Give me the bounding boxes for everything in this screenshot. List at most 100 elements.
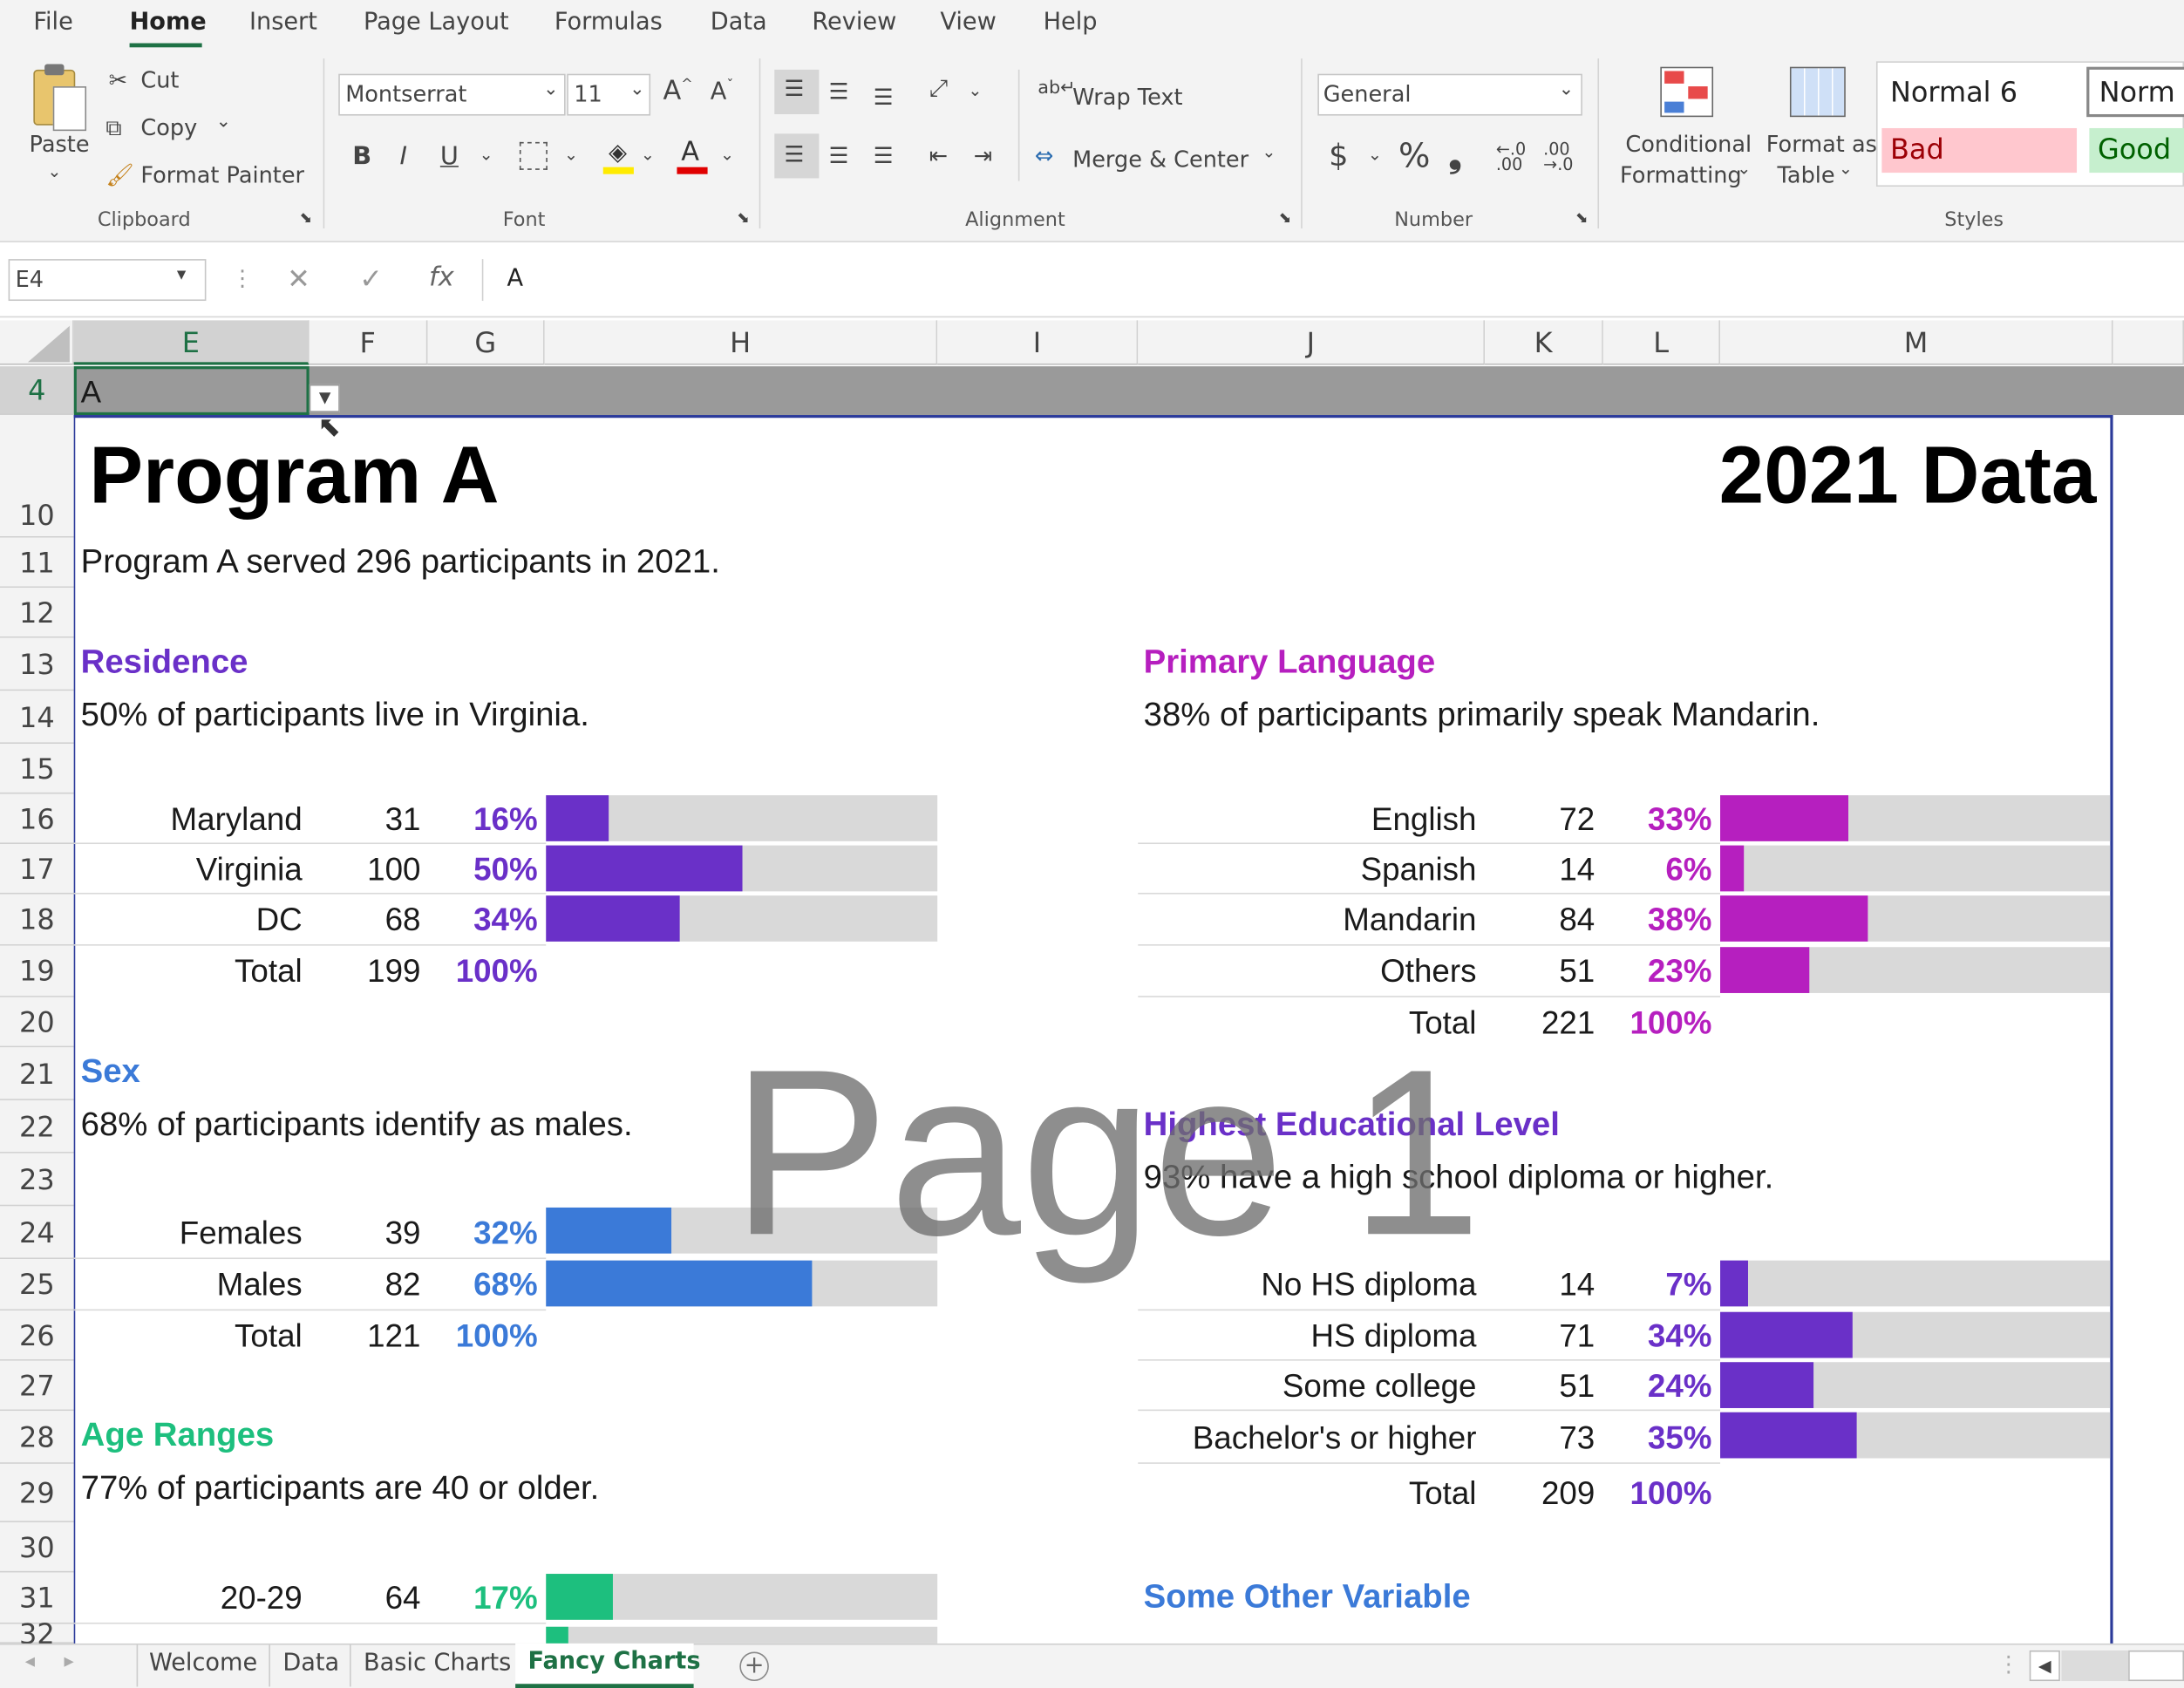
row-header-4[interactable]: 4 <box>0 366 74 416</box>
menu-insert[interactable]: Insert <box>249 9 317 37</box>
conditional-formatting-button[interactable]: Conditional <box>1625 131 1752 157</box>
insert-function-icon[interactable]: fx <box>429 262 454 292</box>
row-header-21[interactable]: 21 <box>0 1047 74 1100</box>
increase-decimal-icon[interactable]: ←.0.00 <box>1496 140 1526 173</box>
fill-chevron-icon[interactable]: ⌄ <box>641 145 655 164</box>
format-as-table-label[interactable]: Table <box>1778 161 1835 187</box>
column-header-n[interactable] <box>2113 320 2184 365</box>
menu-formulas[interactable]: Formulas <box>555 9 663 37</box>
style-bad[interactable]: Bad <box>1881 127 2078 174</box>
comma-style-button[interactable]: ❟ <box>1449 137 1462 176</box>
menu-home[interactable]: Home <box>130 9 207 37</box>
align-left-button[interactable]: ☰ <box>774 133 820 179</box>
orientation-chevron-icon[interactable]: ⌄ <box>968 81 982 100</box>
underline-chevron-icon[interactable]: ⌄ <box>480 145 493 164</box>
menu-review[interactable]: Review <box>812 9 896 37</box>
add-sheet-icon[interactable]: + <box>739 1651 769 1682</box>
number-launcher-icon[interactable]: ⬊ <box>1575 209 1589 228</box>
copy-chevron-icon[interactable]: ⌄ <box>216 112 231 133</box>
sheet-tab-basic-charts[interactable]: Basic Charts <box>364 1649 511 1677</box>
enter-icon[interactable]: ✓ <box>359 262 383 295</box>
decrease-font-icon[interactable]: Aˇ <box>711 78 734 106</box>
fill-color-icon[interactable]: ◈ <box>602 140 634 176</box>
column-header-e[interactable]: E <box>73 320 310 365</box>
copy-button[interactable]: Copy <box>140 114 197 140</box>
conditional-formatting-label[interactable]: Formatting <box>1620 161 1742 187</box>
number-format-select[interactable]: General ⌄ <box>1317 73 1582 116</box>
formula-input[interactable]: A <box>481 259 2184 302</box>
bold-button[interactable]: B <box>352 142 371 172</box>
column-header-m[interactable]: M <box>1720 320 2113 365</box>
orientation-icon[interactable]: ⤢ <box>929 75 949 103</box>
row-header-22[interactable]: 22 <box>0 1099 74 1154</box>
row-header-20[interactable]: 20 <box>0 997 74 1048</box>
row-header-23[interactable]: 23 <box>0 1153 74 1207</box>
paste-icon[interactable] <box>28 64 89 133</box>
row-header-30[interactable]: 30 <box>0 1521 74 1573</box>
clipboard-launcher-icon[interactable]: ⬊ <box>299 209 312 228</box>
column-header-j[interactable]: J <box>1138 320 1486 365</box>
menu-data[interactable]: Data <box>711 9 767 37</box>
menu-file[interactable]: File <box>33 9 72 37</box>
column-header-l[interactable]: L <box>1602 320 1721 365</box>
decrease-decimal-icon[interactable]: .00 →.0 <box>1543 140 1573 173</box>
menu-page-layout[interactable]: Page Layout <box>364 9 509 37</box>
row-header-11[interactable]: 11 <box>0 537 74 589</box>
format-table-chevron-icon[interactable]: ⌄ <box>1839 159 1853 178</box>
row-header-12[interactable]: 12 <box>0 588 74 638</box>
column-header-k[interactable]: K <box>1485 320 1603 365</box>
style-good[interactable]: Good <box>2089 127 2184 174</box>
paste-button[interactable]: Paste <box>30 131 90 157</box>
style-normal[interactable]: Norm <box>2086 66 2184 118</box>
style-normal-6[interactable]: Normal 6 <box>1890 75 2017 108</box>
column-header-g[interactable]: G <box>427 320 545 365</box>
format-as-table-button[interactable]: Format as <box>1766 131 1877 157</box>
merge-center-button[interactable]: Merge & Center <box>1072 146 1248 173</box>
cell-e4[interactable]: A <box>73 366 310 416</box>
select-all-corner[interactable] <box>0 320 74 365</box>
currency-button[interactable]: $ <box>1329 140 1348 174</box>
cancel-icon[interactable]: ✕ <box>287 262 310 295</box>
sheet-tab-data[interactable]: Data <box>282 1649 339 1677</box>
borders-icon[interactable] <box>519 141 548 170</box>
next-sheet-icon[interactable]: ▸ <box>64 1651 73 1673</box>
row-header-32[interactable]: 32 <box>0 1620 74 1648</box>
align-top-button[interactable]: ☰ <box>774 69 820 114</box>
row-header-15[interactable]: 15 <box>0 744 74 794</box>
decrease-indent-icon[interactable]: ⇤ <box>929 142 948 168</box>
scrollbar-thumb[interactable] <box>2128 1650 2184 1682</box>
conditional-chevron-icon[interactable]: ⌄ <box>1737 159 1751 178</box>
dropdown-button[interactable]: ▼ <box>309 384 340 412</box>
font-color-icon[interactable]: A <box>677 137 708 176</box>
column-header-h[interactable]: H <box>544 320 938 365</box>
row-header-14[interactable]: 14 <box>0 691 74 745</box>
row-header-10[interactable]: 10 <box>0 415 74 538</box>
row-header-28[interactable]: 28 <box>0 1411 74 1464</box>
font-name-select[interactable]: Montserrat ⌄ <box>338 73 566 116</box>
align-middle-icon[interactable]: ☰ <box>829 78 849 104</box>
wrap-text-button[interactable]: Wrap Text <box>1072 84 1182 110</box>
currency-chevron-icon[interactable]: ⌄ <box>1368 145 1382 164</box>
font-color-chevron-icon[interactable]: ⌄ <box>720 145 734 164</box>
align-bottom-icon[interactable]: ☰ <box>874 84 894 110</box>
align-center-icon[interactable]: ☰ <box>829 142 849 168</box>
percent-button[interactable]: % <box>1398 137 1430 176</box>
align-right-icon[interactable]: ☰ <box>874 142 894 168</box>
row-header-29[interactable]: 29 <box>0 1463 74 1522</box>
increase-indent-icon[interactable]: ⇥ <box>974 142 992 168</box>
font-size-select[interactable]: 11 ⌄ <box>567 73 651 116</box>
increase-font-icon[interactable]: A^ <box>663 75 692 106</box>
scroll-left-icon[interactable]: ◀ <box>2029 1650 2060 1682</box>
column-header-f[interactable]: F <box>309 320 428 365</box>
column-header-i[interactable]: I <box>937 320 1139 365</box>
borders-chevron-icon[interactable]: ⌄ <box>564 145 578 164</box>
row-header-13[interactable]: 13 <box>0 637 74 691</box>
sheet-tab-welcome[interactable]: Welcome <box>149 1649 257 1677</box>
sheet-tab-fancy-charts[interactable]: Fancy Charts <box>515 1643 701 1688</box>
row-header-27[interactable]: 27 <box>0 1360 74 1412</box>
underline-button[interactable]: U <box>440 142 459 172</box>
paste-chevron-icon[interactable]: ⌄ <box>47 161 61 180</box>
menu-help[interactable]: Help <box>1044 9 1098 37</box>
merge-chevron-icon[interactable]: ⌄ <box>1262 142 1276 161</box>
font-launcher-icon[interactable]: ⬊ <box>737 209 750 228</box>
